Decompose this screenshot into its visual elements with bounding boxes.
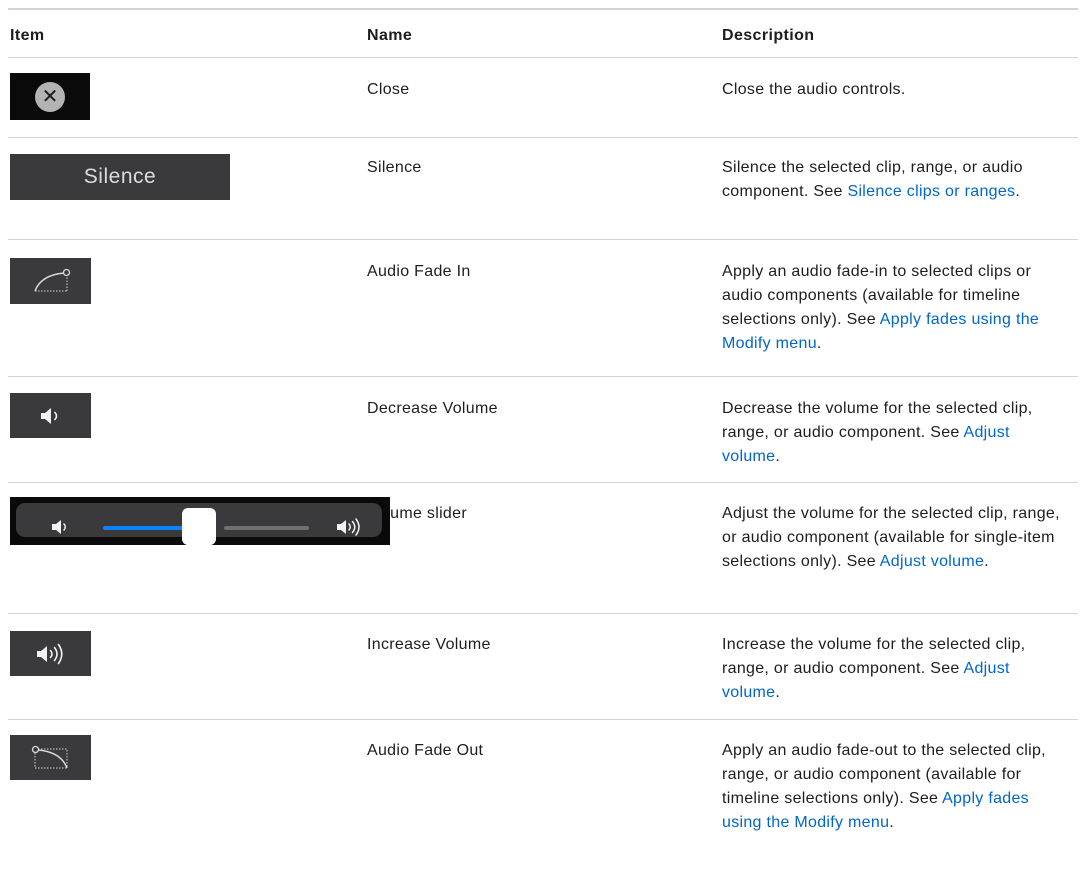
- row-divider: [8, 239, 1078, 240]
- decrease-volume-icon-image: [10, 393, 91, 438]
- slider-track-empty: [224, 526, 309, 530]
- speaker-low-icon: [52, 520, 66, 534]
- row-divider: [8, 376, 1078, 377]
- speaker-high-icon: [36, 643, 63, 664]
- row-desc-audio-fade-in: Apply an audio fade-in to selected clips…: [722, 263, 1040, 352]
- row-divider: [8, 719, 1078, 720]
- row-divider: [8, 613, 1078, 614]
- row-name-close: Close: [367, 81, 410, 98]
- slider-knob: [182, 508, 216, 545]
- row-desc-audio-fade-out: Apply an audio fade-out to the selected …: [722, 742, 1046, 831]
- audio-fade-out-icon: [31, 745, 68, 769]
- row-divider: [8, 482, 1078, 483]
- row-desc-increase-volume: Increase the volume for the selected cli…: [722, 636, 1026, 701]
- speaker-high-icon: [337, 518, 360, 536]
- volume-slider-image: [10, 497, 390, 545]
- row-divider: [8, 137, 1078, 138]
- column-header-name: Name: [367, 27, 413, 44]
- volume-slider: [16, 503, 382, 545]
- speaker-low-icon: [40, 407, 57, 424]
- header-divider: [8, 57, 1078, 58]
- close-icon: ✕: [35, 81, 65, 112]
- audio-fade-in-icon: [33, 268, 70, 292]
- link-adjust-volume[interactable]: Adjust volume: [880, 553, 984, 570]
- row-name-increase-volume: Increase Volume: [367, 636, 491, 653]
- row-desc-close: Close the audio controls.: [722, 81, 906, 98]
- audio-fade-in-icon-image: [10, 258, 91, 304]
- row-name-audio-fade-out: Audio Fade Out: [367, 742, 484, 759]
- top-rule: [8, 8, 1078, 10]
- column-header-item: Item: [10, 27, 45, 44]
- increase-volume-icon-image: [10, 631, 91, 676]
- row-desc-silence: Silence the selected clip, range, or aud…: [722, 159, 1023, 200]
- row-name-decrease-volume: Decrease Volume: [367, 400, 498, 417]
- silence-button-image: Silence: [10, 154, 230, 200]
- row-name-silence: Silence: [367, 159, 422, 176]
- column-header-description: Description: [722, 27, 815, 44]
- row-desc-decrease-volume: Decrease the volume for the selected cli…: [722, 400, 1033, 465]
- row-name-audio-fade-in: Audio Fade In: [367, 263, 471, 280]
- close-icon-image: ✕: [10, 73, 90, 120]
- link-silence-clips[interactable]: Silence clips or ranges: [847, 183, 1015, 200]
- row-desc-volume-slider: Adjust the volume for the selected clip,…: [722, 505, 1060, 570]
- audio-fade-out-icon-image: [10, 735, 91, 780]
